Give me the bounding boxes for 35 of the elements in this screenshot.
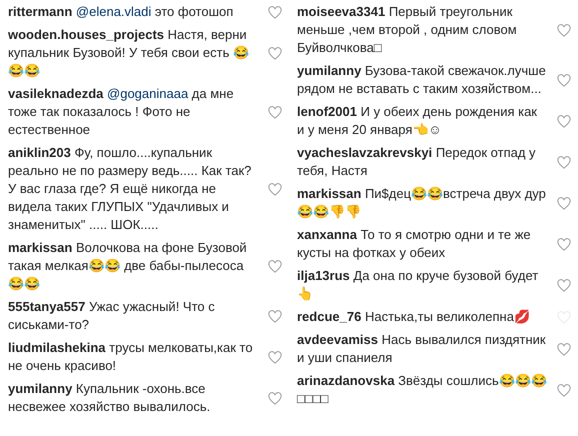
comment-text: avdeevamiss Нась вывалился пиздятник и уши спаниеля <box>297 331 547 367</box>
comment-text: arinazdanovska Звёзды сошлись😂😂😂□□□□ <box>297 372 547 408</box>
comment-text: yumilanny Бузова-такой свежачок.лучше рядом не вставать с таким хозяйством... <box>297 62 547 98</box>
comment-text: aniklin203 Фу, пошло....купальник реально не по размеру ведь..... Как так? У вас глаза где? Я ещё никогда не видела таких ГЛУПЫХ "Удачливых и знаменитых" ..... ШОК..... <box>8 144 252 234</box>
heart-icon[interactable] <box>557 384 571 396</box>
comment-text: ilja13rus Да она по круче бузовой будет👆 <box>297 267 540 303</box>
comment-text: 555tanya557 Ужас ужасный! Что с сиськами-то? <box>8 298 216 334</box>
heart-icon[interactable] <box>557 74 571 86</box>
heart-icon[interactable] <box>557 342 571 356</box>
comment-text: xanxanna То то я смотрю одни и те же кусты на фотках у обеих <box>297 226 532 262</box>
heart-icon[interactable] <box>268 260 282 272</box>
heart-icon[interactable] <box>268 46 282 60</box>
heart-icon[interactable] <box>268 182 282 196</box>
heart-icon[interactable] <box>268 392 282 404</box>
heart-icon[interactable] <box>557 196 571 210</box>
heart-icon[interactable] <box>557 156 571 168</box>
heart-icon[interactable] <box>557 278 571 292</box>
comment-text: markissan Пи$дец😂😂встреча двух дур😂😂👎👎 <box>297 185 547 221</box>
comment-text: moiseeva3341 Первый треугольник меньше ,чем второй , одним словом Буйволчкова□ <box>297 3 518 57</box>
comment-text: yumilanny Купальник -охонь.все несвежее хозяйство вывалилось. <box>8 380 212 416</box>
comment-text: rittermann @elena.vladi это фотошоп <box>8 3 234 21</box>
comment-text: markissan Волочкова на фоне Бузовой такая мелкая😂😂 две бабы-пылесоса😂😂 <box>8 239 248 293</box>
comment-text: vyacheslavzakrevskyi Передок отпад у тебя, Настя <box>297 144 537 180</box>
comment-text: wooden.houses_projects Настя, верни купальник Бузовой! У тебя свои есть 😂😂😂 <box>8 26 250 80</box>
heart-icon[interactable] <box>557 238 571 250</box>
heart-icon[interactable] <box>557 114 571 128</box>
comment-text: vasileknadezda @goganinaaa да мне тоже так показалось ! Фото не естественное <box>8 85 235 139</box>
heart-icon[interactable] <box>268 6 282 18</box>
comment-text: redcue_76 Настька,ты великолепна💋 <box>297 308 531 326</box>
comment-text: lenof2001 И у обеих день рождения как и у меня 20 января👈☺ <box>297 103 538 139</box>
heart-icon[interactable] <box>268 106 282 118</box>
heart-icon[interactable] <box>268 350 282 364</box>
heart-icon[interactable] <box>557 24 571 36</box>
heart-icon[interactable] <box>268 310 282 322</box>
comment-text: liudmilashekina трусы мелковаты,как то не очень красиво! <box>8 339 254 375</box>
